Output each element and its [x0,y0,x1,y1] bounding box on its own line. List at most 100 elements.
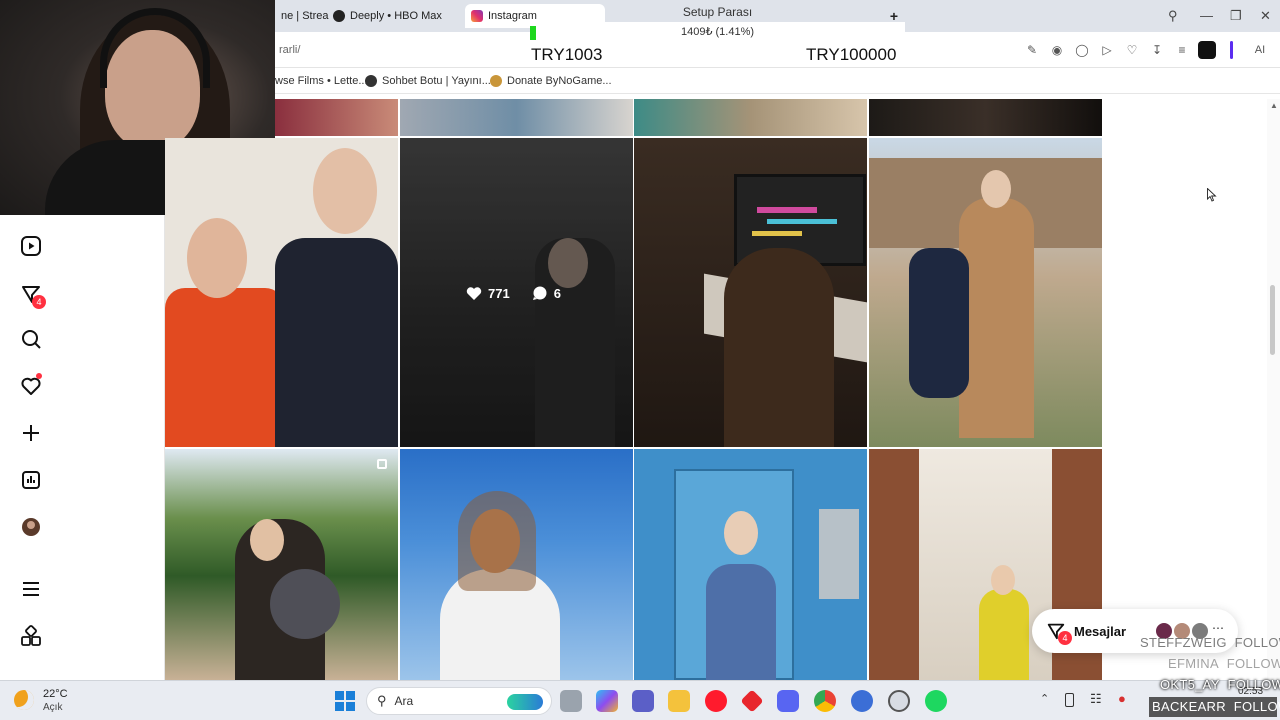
taskbar-search-placeholder: Ara [394,694,414,708]
messages-icon[interactable]: 4 [20,283,46,309]
post-tile[interactable] [400,99,633,136]
microphone-icon[interactable]: ● [1118,691,1126,706]
post-dog [270,569,340,639]
post-tile[interactable] [869,99,1102,136]
follow-name: BACKEARR [1152,699,1226,714]
post-tile[interactable] [165,138,398,447]
windows-start-icon[interactable] [335,691,355,711]
bookmark-label: wse Films • Lette... [275,75,368,87]
post-tile[interactable] [275,99,398,136]
follow-name: STEFFZWEIG [1140,635,1227,650]
follow-alert: BACKEARR FOLLOW [1149,697,1280,717]
network-icon[interactable]: ☷ [1090,691,1102,707]
taskbar-search[interactable]: ⚲ Ara [366,687,552,715]
profile-avatar[interactable] [20,516,42,538]
comments-count: 6 [553,286,561,301]
post-tile[interactable] [400,449,633,680]
ai-label: AI [1254,44,1266,56]
sidebar-toggle-icon[interactable] [1230,41,1233,59]
bookmark-donate[interactable]: Donate ByNoGame... [490,75,612,87]
dashboard-icon[interactable] [20,469,42,491]
post-figure-dark [909,248,969,398]
file-explorer-icon[interactable] [668,690,690,712]
reels-icon[interactable] [20,235,42,257]
spotify-icon[interactable] [925,690,947,712]
follow-action: FOLLOW [1226,656,1280,671]
follow-name: EFMINA [1168,656,1219,671]
task-view-icon[interactable] [560,690,582,712]
download-icon[interactable]: ↧ [1150,43,1164,57]
weather-moon-icon [14,690,34,710]
tray-chevron-icon[interactable]: ⌃ [1040,692,1049,705]
post-figure [724,248,834,447]
likes-count: 771 [488,286,510,301]
follow-alert: EFMINA FOLLOW [1168,656,1280,671]
discord-icon[interactable] [777,690,799,712]
hbo-icon [333,10,345,22]
tab-hbo[interactable]: Deeply • HBO Max [327,4,457,28]
notifications-icon[interactable] [20,373,42,397]
bookmarks-bar: wse Films • Lette... Sohbet Botu | Yayın… [275,68,1280,94]
post-tile[interactable] [634,99,867,136]
webcam-headset [100,8,210,88]
post-figure-coat [959,198,1034,438]
menu-lines-icon[interactable]: ≡ [1175,43,1189,57]
post-face [991,565,1015,595]
post-face [981,170,1011,208]
bookmark-sohbet[interactable]: Sohbet Botu | Yayını... [365,75,491,87]
search-highlight-icon [507,694,543,710]
camera-icon[interactable]: ◉ [1050,43,1064,57]
play-icon[interactable]: ▷ [1100,43,1114,57]
create-icon[interactable] [20,422,42,444]
url-field[interactable]: rarli/ [279,44,300,56]
battery-icon[interactable] [1065,693,1074,707]
post-face [313,148,377,234]
post-tile[interactable] [165,449,398,680]
page-scrollbar[interactable]: ▲ [1267,99,1280,680]
minimize-button[interactable]: — [1200,8,1213,23]
post-figure-dark [275,238,398,447]
donation-progress-bar: 1409₺ (1.41%) [530,22,905,42]
tab-label: ne | Strea [281,10,329,22]
scrollbar-thumb[interactable] [1270,285,1275,355]
post-face [724,511,758,555]
bookmark-films[interactable]: wse Films • Lette... [275,75,368,87]
mouse-cursor-icon [1207,188,1217,202]
messages-pill-badge: 4 [1058,631,1072,645]
obs-icon[interactable] [888,690,910,712]
post-face [250,519,284,561]
search-icon: ⚲ [377,693,387,708]
scroll-up-icon[interactable]: ▲ [1270,101,1278,110]
teams-icon[interactable] [632,690,654,712]
chrome-icon[interactable] [814,690,836,712]
more-icon[interactable]: ⋯ [1212,621,1224,635]
new-tab-button[interactable]: + [887,9,901,23]
instagram-icon [471,10,483,22]
post-tile[interactable] [869,138,1102,447]
opera-icon[interactable] [705,690,727,712]
app-red-icon[interactable] [740,689,764,713]
menu-icon[interactable] [20,578,42,600]
bookmark-label: Donate ByNoGame... [507,75,612,87]
search-icon[interactable] [20,328,42,350]
post-curtain [869,449,919,680]
ai-button[interactable]: AI [1247,43,1273,57]
post-tile[interactable] [634,449,867,680]
maximize-button[interactable]: ❐ [1230,8,1242,24]
post-hair [458,491,536,591]
more-apps-icon[interactable] [20,625,42,647]
copilot-icon[interactable] [596,690,618,712]
close-button[interactable]: ✕ [1260,8,1271,24]
extension-icon[interactable] [1198,41,1216,59]
instagram-sidebar: 4 [0,215,165,680]
post-figure-orange [165,288,285,447]
shield-icon[interactable]: ◯ [1075,43,1089,57]
donate-icon [490,75,502,87]
comment-filled-icon [532,286,547,300]
heart-filled-icon [466,287,482,300]
post-tile[interactable] [634,138,867,447]
search-tabs-icon[interactable]: ⚲ [1168,8,1178,24]
heart-icon[interactable]: ♡ [1125,43,1139,57]
edit-icon[interactable]: ✎ [1025,43,1039,57]
app-blue-icon[interactable] [851,690,873,712]
